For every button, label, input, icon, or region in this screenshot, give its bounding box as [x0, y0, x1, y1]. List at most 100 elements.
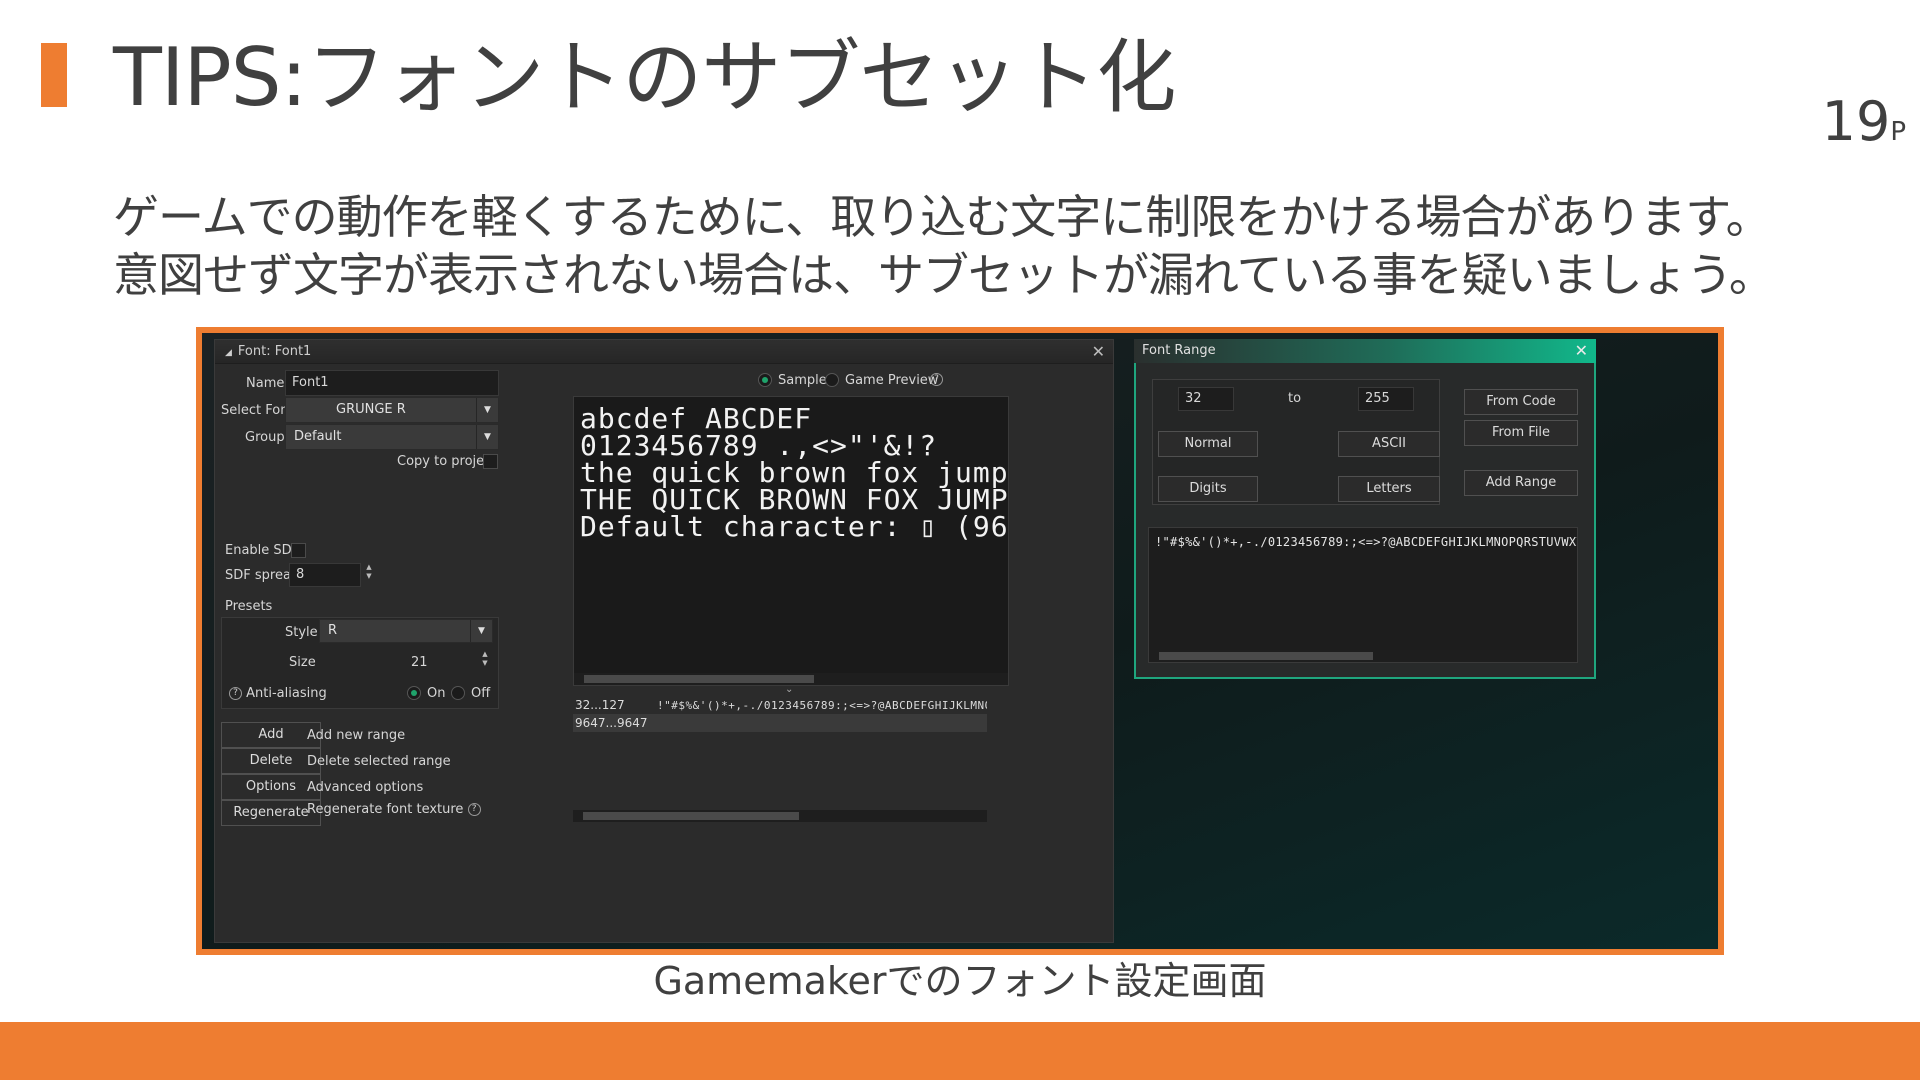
- page-number: 19P: [1822, 92, 1906, 162]
- digits-button[interactable]: Digits: [1158, 476, 1258, 502]
- range-glyph-preview: !"#$%&'()*+,-./0123456789:;<=>?@ABCDEFGH…: [1148, 527, 1578, 663]
- copy-to-project-label: Copy to project: [397, 454, 497, 469]
- title-accent-bar: [41, 43, 67, 107]
- chevron-down-icon: ▼: [470, 620, 492, 642]
- add-range-button[interactable]: Add: [221, 722, 321, 748]
- select-font-value: GRUNGE R: [336, 402, 406, 417]
- preview-line: Default character: ▯ (9647): [580, 510, 1009, 543]
- collapse-icon[interactable]: ◢: [225, 348, 232, 358]
- help-icon[interactable]: ?: [930, 373, 943, 386]
- style-value: R: [328, 623, 338, 638]
- antialiasing-label: Anti-aliasing: [246, 686, 327, 701]
- screenshot-caption: Gamemakerでのフォント設定画面: [653, 959, 1267, 1003]
- scrollbar-thumb[interactable]: [584, 675, 814, 683]
- name-field[interactable]: Font1: [285, 370, 499, 396]
- slide-title: TIPS:フォントのサブセット化: [113, 31, 1176, 124]
- range-code: 32...127: [575, 698, 625, 712]
- select-font-label: Select Font: [221, 403, 294, 418]
- close-icon[interactable]: ✕: [1575, 339, 1588, 363]
- range-row[interactable]: 9647...9647: [573, 714, 987, 732]
- preview-help: ?: [930, 372, 943, 387]
- close-icon[interactable]: ✕: [1092, 340, 1105, 364]
- sdf-spread-stepper[interactable]: ▲ ▼: [363, 563, 375, 581]
- sample-label: Sample: [778, 373, 827, 388]
- group-dropdown[interactable]: Default ▼: [285, 424, 499, 450]
- preview-line: 0123456789 .,<>"'&!?: [580, 429, 938, 462]
- font-range-dialog: Font Range ✕ 32 to 255 Normal ASCII Digi…: [1134, 339, 1596, 679]
- range-row[interactable]: 32...127 !"#$%&'()*+,-./0123456789:;<=>?@…: [573, 696, 987, 714]
- spin-down-icon[interactable]: ▼: [479, 659, 491, 668]
- enable-sdf-label: Enable SDF: [225, 543, 300, 558]
- copy-to-project-checkbox[interactable]: [483, 454, 498, 469]
- preview-line: THE QUICK BROWN FOX JUMP: [580, 483, 1009, 516]
- game-preview-label: Game Preview: [845, 373, 939, 388]
- lead-line-1: ゲームでの動作を軽くするために、取り込む文字に制限をかける場合があります。: [113, 190, 1772, 244]
- regenerate-row: Regenerate font texture ?: [307, 802, 481, 817]
- help-icon[interactable]: ?: [229, 687, 242, 700]
- antialiasing-row: ? Anti-aliasing: [229, 686, 327, 701]
- scrollbar-thumb[interactable]: [1159, 652, 1373, 660]
- group-value: Default: [294, 429, 342, 444]
- delete-range-button[interactable]: Delete: [221, 748, 321, 774]
- font-editor-window: ◢ Font: Font1 ✕ Name Font1 Select Font GR…: [214, 339, 1114, 943]
- letters-button[interactable]: Letters: [1338, 476, 1440, 502]
- name-label: Name: [246, 376, 285, 391]
- range-from-field[interactable]: 32: [1178, 387, 1234, 411]
- font-range-titlebar[interactable]: Font Range ✕: [1134, 339, 1596, 363]
- size-label: Size: [289, 655, 316, 670]
- normal-button[interactable]: Normal: [1158, 431, 1258, 457]
- add-range-dialog-button[interactable]: Add Range: [1464, 470, 1578, 496]
- sample-radio[interactable]: [758, 373, 772, 387]
- regenerate-desc: Regenerate font texture: [307, 802, 464, 817]
- range-to-field[interactable]: 255: [1358, 387, 1414, 411]
- enable-sdf-checkbox[interactable]: [291, 543, 306, 558]
- regenerate-button[interactable]: Regenerate: [221, 800, 321, 826]
- aa-off-radio[interactable]: [451, 686, 465, 700]
- from-code-button[interactable]: From Code: [1464, 389, 1578, 415]
- ascii-button[interactable]: ASCII: [1338, 431, 1440, 457]
- spin-down-icon[interactable]: ▼: [363, 572, 375, 581]
- font-editor-title: Font: Font1: [237, 344, 312, 359]
- scrollbar-thumb[interactable]: [583, 812, 799, 820]
- spin-up-icon[interactable]: ▲: [363, 563, 375, 572]
- font-range-title: Font Range: [1142, 343, 1216, 358]
- chevron-down-icon: ▼: [476, 398, 498, 422]
- game-preview-radio[interactable]: [825, 373, 839, 387]
- glyph-scrollbar[interactable]: [1149, 650, 1577, 662]
- options-desc: Advanced options: [307, 780, 424, 795]
- lead-text: ゲームでの動作を軽くするために、取り込む文字に制限をかける場合があります。 意図…: [113, 188, 1775, 304]
- size-stepper[interactable]: ▲ ▼: [479, 650, 491, 668]
- range-scrollbar[interactable]: [573, 810, 987, 822]
- splitter-icon[interactable]: ⌄: [785, 684, 793, 695]
- from-file-button[interactable]: From File: [1464, 420, 1578, 446]
- lead-line-2: 意図せず文字が表示されない場合は、サブセットが漏れている事を疑いましょう。: [113, 248, 1775, 302]
- style-dropdown[interactable]: R ▼: [319, 619, 493, 643]
- font-preview-panel: abcdef ABCDEF 0123456789 .,<>"'&!? the q…: [573, 396, 1009, 686]
- page-number-suffix: P: [1890, 117, 1906, 147]
- options-button[interactable]: Options: [221, 774, 321, 800]
- range-code: 9647...9647: [575, 716, 648, 730]
- page-number-value: 19: [1821, 90, 1891, 153]
- preview-line: abcdef ABCDEF: [580, 402, 813, 435]
- spin-up-icon[interactable]: ▲: [479, 650, 491, 659]
- footer-band: [0, 1022, 1920, 1080]
- font-editor-titlebar[interactable]: ◢ Font: Font1 ✕: [215, 340, 1113, 364]
- size-value[interactable]: 21: [411, 655, 428, 670]
- range-list: 32...127 !"#$%&'()*+,-./0123456789:;<=>?@…: [573, 696, 987, 732]
- add-range-desc: Add new range: [307, 728, 406, 743]
- help-icon[interactable]: ?: [467, 803, 481, 816]
- preview-line: the quick brown fox jumps: [580, 456, 1009, 489]
- chevron-down-icon: ▼: [476, 425, 498, 449]
- gamemaker-screenshot: ◢ Font: Font1 ✕ Name Font1 Select Font GR…: [196, 327, 1724, 955]
- range-to-label: to: [1288, 391, 1302, 406]
- sdf-spread-field[interactable]: 8: [289, 563, 361, 587]
- glyph-preview-text: !"#$%&'()*+,-./0123456789:;<=>?@ABCDEFGH…: [1155, 535, 1578, 549]
- range-glyphs: !"#$%&'()*+,-./0123456789:;<=>?@ABCDEFGH…: [657, 699, 987, 712]
- aa-off-label: Off: [471, 686, 491, 701]
- select-font-dropdown[interactable]: GRUNGE R ▼: [285, 397, 499, 423]
- group-label: Group: [245, 430, 285, 445]
- delete-range-desc: Delete selected range: [307, 754, 451, 769]
- aa-on-radio[interactable]: [407, 686, 421, 700]
- aa-on-label: On: [427, 686, 446, 701]
- presets-label: Presets: [225, 599, 273, 614]
